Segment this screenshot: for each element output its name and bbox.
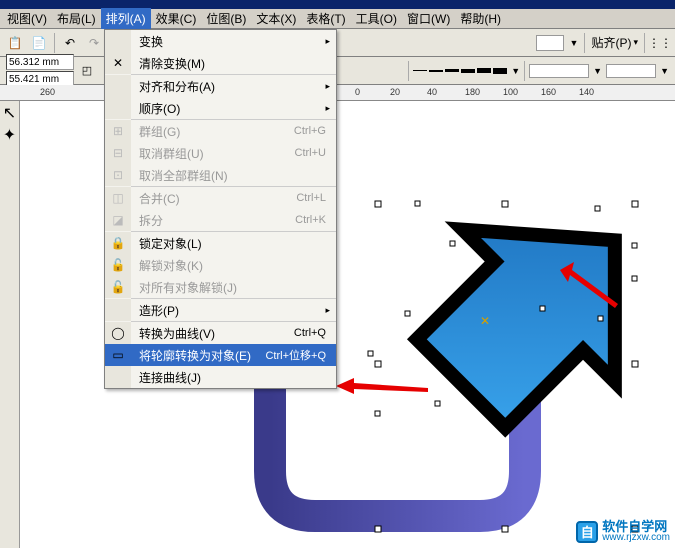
- watermark-url: www.rjzxw.com: [602, 533, 670, 543]
- menu-bar: 视图(V) 布局(L) 排列(A) 效果(C) 位图(B) 文本(X) 表格(T…: [0, 9, 675, 29]
- color-swatch[interactable]: [536, 35, 564, 51]
- outline-to-object-icon: ▭: [105, 344, 131, 366]
- separator: [54, 33, 55, 53]
- dropdown-arrow-icon[interactable]: ▼: [570, 38, 579, 48]
- menu-break-apart[interactable]: ◪拆分Ctrl+K: [105, 209, 336, 231]
- menu-combine[interactable]: ◫合并(C)Ctrl+L: [105, 187, 336, 209]
- shape-tool-icon[interactable]: ✦: [2, 127, 18, 143]
- side-toolbar: ↖ ✦: [0, 101, 20, 548]
- pick-tool-icon[interactable]: ↖: [2, 105, 18, 121]
- menu-arrange[interactable]: 排列(A): [101, 8, 151, 29]
- options-icon[interactable]: ⋮⋮: [651, 34, 669, 52]
- toolbar-main: 📋 📄 ↶ ↷ ▼ 贴齐(P) ▾ ⋮⋮: [0, 29, 675, 57]
- menu-help[interactable]: 帮助(H): [455, 8, 506, 29]
- menu-text[interactable]: 文本(X): [251, 8, 301, 29]
- redo-icon[interactable]: ↷: [85, 34, 103, 52]
- menu-lock-object[interactable]: 🔒锁定对象(L): [105, 232, 336, 254]
- watermark-logo-icon: 自: [576, 521, 598, 543]
- watermark: 自 软件自学网 www.rjzxw.com: [576, 520, 670, 543]
- menu-shaping[interactable]: 造形(P)▸: [105, 299, 336, 321]
- line-end-dropdown[interactable]: [606, 64, 656, 78]
- separator: [524, 61, 525, 81]
- unlock-icon: 🔓: [105, 254, 131, 276]
- combine-icon: ◫: [105, 187, 131, 209]
- clear-transform-icon: ✕: [105, 52, 131, 74]
- center-marker: ✕: [480, 314, 490, 328]
- menu-layout[interactable]: 布局(L): [52, 8, 101, 29]
- paste-icon[interactable]: 📄: [30, 34, 48, 52]
- break-apart-icon: ◪: [105, 209, 131, 231]
- annotation-arrow: [336, 378, 431, 402]
- copy-icon[interactable]: 📋: [6, 34, 24, 52]
- group-icon: ⊞: [105, 120, 131, 142]
- lock-icon: 🔒: [105, 232, 131, 254]
- unlock-all-icon: 🔓: [105, 276, 131, 298]
- separator: [644, 33, 645, 53]
- menu-ungroup[interactable]: ⊟取消群组(U)Ctrl+U: [105, 142, 336, 164]
- convert-curves-icon: ◯: [105, 322, 131, 344]
- crop-icon[interactable]: ◰: [78, 62, 96, 80]
- snap-label: 贴齐(P): [591, 34, 631, 51]
- menu-convert-outline-to-object[interactable]: ▭将轮廓转换为对象(E)Ctrl+位移+Q: [105, 344, 336, 366]
- line-weight-selector[interactable]: [413, 68, 507, 74]
- horizontal-ruler: 260 0 20 40 180 100 160 140: [0, 85, 675, 101]
- toolbar-properties: 56.312 mm 55.421 mm ◰ ▼ ▼ ▼: [0, 57, 675, 85]
- menu-convert-to-curves[interactable]: ◯转换为曲线(V)Ctrl+Q: [105, 322, 336, 344]
- menu-group[interactable]: ⊞群组(G)Ctrl+G: [105, 120, 336, 142]
- annotation-arrow: [560, 262, 620, 312]
- menu-order[interactable]: 顺序(O)▸: [105, 97, 336, 119]
- menu-transform[interactable]: 变换▸: [105, 30, 336, 52]
- menu-align-distribute[interactable]: 对齐和分布(A)▸: [105, 75, 336, 97]
- undo-icon[interactable]: ↶: [61, 34, 79, 52]
- line-style-dropdown[interactable]: [529, 64, 589, 78]
- arrange-dropdown-menu: 变换▸ ✕清除变换(M) 对齐和分布(A)▸ 顺序(O)▸ ⊞群组(G)Ctrl…: [104, 29, 337, 389]
- snap-dropdown[interactable]: 贴齐(P) ▾: [591, 34, 638, 51]
- separator: [408, 61, 409, 81]
- menu-effects[interactable]: 效果(C): [151, 8, 202, 29]
- menu-clear-transform[interactable]: ✕清除变换(M): [105, 52, 336, 74]
- menu-view[interactable]: 视图(V): [2, 8, 52, 29]
- ungroup-icon: ⊟: [105, 142, 131, 164]
- ungroup-all-icon: ⊡: [105, 164, 131, 186]
- width-input[interactable]: 56.312 mm: [6, 54, 74, 70]
- menu-bitmap[interactable]: 位图(B): [201, 8, 251, 29]
- menu-unlock-object[interactable]: 🔓解锁对象(K): [105, 254, 336, 276]
- menu-ungroup-all[interactable]: ⊡取消全部群组(N): [105, 164, 336, 186]
- menu-window[interactable]: 窗口(W): [402, 8, 455, 29]
- menu-join-curves[interactable]: 连接曲线(J): [105, 366, 336, 388]
- menu-unlock-all[interactable]: 🔓对所有对象解锁(J): [105, 276, 336, 298]
- menu-tools[interactable]: 工具(O): [351, 8, 402, 29]
- menu-table[interactable]: 表格(T): [301, 8, 350, 29]
- separator: [584, 33, 585, 53]
